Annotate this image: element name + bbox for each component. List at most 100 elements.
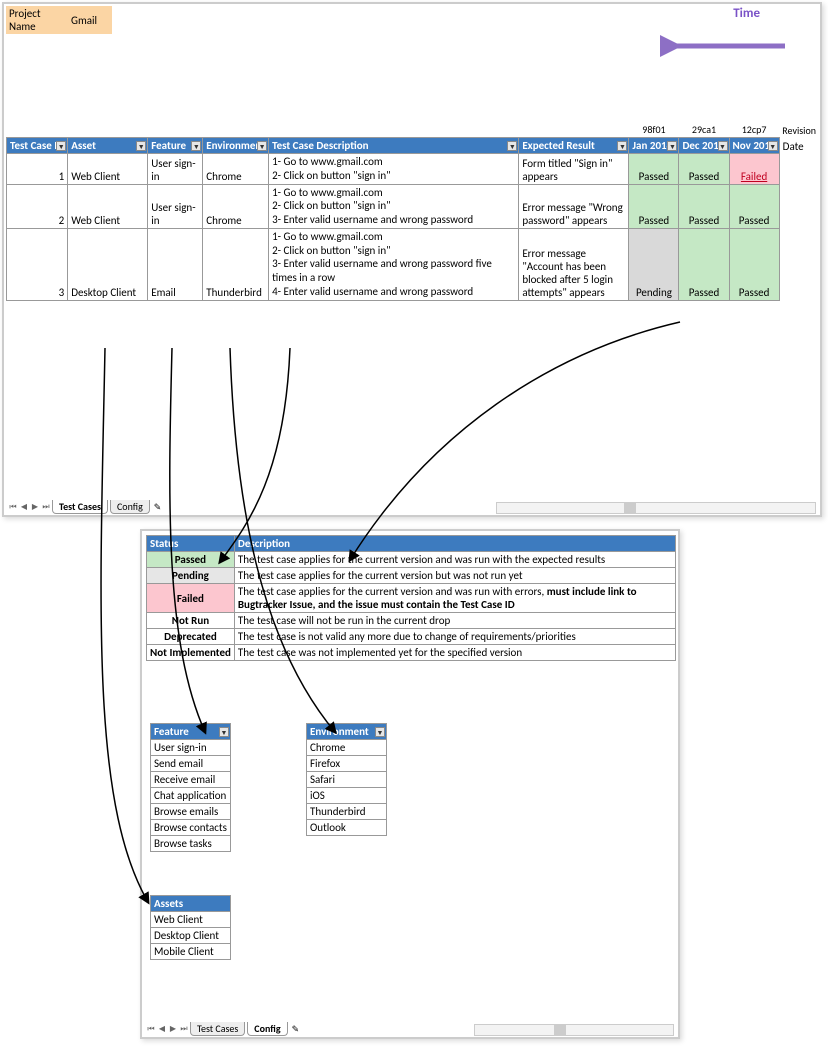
filter-dropdown-icon[interactable]: ▼ [768,141,778,151]
list-item[interactable]: Mobile Client [151,944,231,960]
new-tab-icon[interactable]: ✎ [154,502,162,513]
horizontal-scrollbar[interactable] [474,1024,674,1036]
filter-dropdown-icon[interactable]: ▼ [667,141,677,151]
col-header-desc[interactable]: Test Case Description▼ [269,138,519,154]
list-item[interactable]: User sign-in [151,740,231,756]
table-row: 3 Desktop Client Email Thunderbird 1- Go… [7,228,820,300]
feature-header[interactable]: Feature▼ [151,724,231,740]
cell-id[interactable]: 1 [7,154,68,185]
assets-header[interactable]: Assets [151,896,231,912]
cell-asset[interactable]: Web Client [68,154,148,185]
tab-nav-next-icon[interactable]: ▶ [30,502,40,512]
list-item[interactable]: Browse contacts [151,820,231,836]
list-item[interactable]: Chrome [307,740,387,756]
env-header[interactable]: Environment▼ [307,724,387,740]
cell-result[interactable]: Passed [679,228,729,300]
col-header-feature[interactable]: Feature▼ [148,138,203,154]
list-item[interactable]: Send email [151,756,231,772]
list-item[interactable]: Browse emails [151,804,231,820]
cell-result[interactable]: Passed [679,154,729,185]
cell-desc[interactable]: 1- Go to www.gmail.com2- Click on button… [269,154,519,185]
cell-expect[interactable]: Error message "Account has been blocked … [519,228,629,300]
cell-result-failed[interactable]: Failed [729,154,779,185]
tab-nav-prev-icon[interactable]: ◀ [157,1024,167,1034]
horizontal-scrollbar[interactable] [496,502,816,514]
filter-dropdown-icon[interactable]: ▼ [191,141,201,151]
list-item[interactable]: iOS [307,788,387,804]
filter-dropdown-icon[interactable]: ▼ [617,141,627,151]
status-row: Pending The test case applies for the cu… [147,568,676,584]
desc-header[interactable]: Description [234,536,675,552]
col-header-month3[interactable]: Nov 2013▼ [729,138,779,154]
cell-desc[interactable]: 1- Go to www.gmail.com2- Click on button… [269,228,519,300]
list-item[interactable]: Safari [307,772,387,788]
status-name[interactable]: Not Implemented [147,645,235,661]
list-item[interactable]: Chat application [151,788,231,804]
cell-id[interactable]: 3 [7,228,68,300]
list-item[interactable]: Desktop Client [151,928,231,944]
cell-result-pending[interactable]: Pending [629,228,679,300]
filter-dropdown-icon[interactable]: ▼ [507,141,517,151]
cell-result[interactable]: Passed [729,184,779,228]
status-desc[interactable]: The test case was not implemented yet fo… [234,645,675,661]
cell-feature[interactable]: User sign-in [148,184,203,228]
col-header-expect[interactable]: Expected Result▼ [519,138,629,154]
status-name[interactable]: Not Run [147,613,235,629]
status-desc[interactable]: The test case will not be run in the cur… [234,613,675,629]
list-item[interactable]: Web Client [151,912,231,928]
cell-result[interactable]: Passed [629,184,679,228]
revision-cell: 29ca1 [679,122,729,138]
cell-feature[interactable]: User sign-in [148,154,203,185]
cell-env[interactable]: Chrome [203,154,269,185]
tab-nav-first-icon[interactable]: ⏮ [146,1024,156,1034]
status-desc[interactable]: The test case applies for the current ve… [234,584,675,613]
filter-dropdown-icon[interactable]: ▼ [56,141,66,151]
col-header-month1[interactable]: Jan 2014▼ [629,138,679,154]
filter-dropdown-icon[interactable]: ▼ [718,141,728,151]
cell-env[interactable]: Thunderbird [203,228,269,300]
cell-expect[interactable]: Form titled "Sign in" appears [519,154,629,185]
tab-config[interactable]: Config [247,1022,287,1036]
tab-nav-first-icon[interactable]: ⏮ [8,502,18,512]
environment-table: Environment▼ Chrome Firefox Safari iOS T… [306,723,387,836]
filter-dropdown-icon[interactable]: ▼ [136,141,146,151]
list-item[interactable]: Outlook [307,820,387,836]
status-desc[interactable]: The test case is not valid any more due … [234,629,675,645]
tab-config[interactable]: Config [110,500,150,514]
status-desc[interactable]: The test case applies for the current ve… [234,552,675,568]
status-desc[interactable]: The test case applies for the current ve… [234,568,675,584]
cell-expect[interactable]: Error message "Wrong password" appears [519,184,629,228]
status-name[interactable]: Pending [147,568,235,584]
cell-env[interactable]: Chrome [203,184,269,228]
list-item[interactable]: Thunderbird [307,804,387,820]
new-tab-icon[interactable]: ✎ [292,1024,300,1035]
filter-dropdown-icon[interactable]: ▼ [257,141,267,151]
cell-result[interactable]: Passed [729,228,779,300]
tab-nav-last-icon[interactable]: ⏭ [179,1024,189,1034]
cell-asset[interactable]: Desktop Client [68,228,148,300]
tab-test-cases[interactable]: Test Cases [52,500,108,514]
cell-result[interactable]: Passed [679,184,729,228]
cell-result[interactable]: Passed [629,154,679,185]
tab-nav-prev-icon[interactable]: ◀ [19,502,29,512]
list-item[interactable]: Browse tasks [151,836,231,852]
col-header-month2[interactable]: Dec 2013▼ [679,138,729,154]
cell-asset[interactable]: Web Client [68,184,148,228]
filter-dropdown-icon[interactable]: ▼ [375,727,385,737]
cell-feature[interactable]: Email [148,228,203,300]
col-header-asset[interactable]: Asset▼ [68,138,148,154]
cell-id[interactable]: 2 [7,184,68,228]
status-name[interactable]: Failed [147,584,235,613]
list-item[interactable]: Firefox [307,756,387,772]
filter-dropdown-icon[interactable]: ▼ [219,727,229,737]
status-name[interactable]: Deprecated [147,629,235,645]
col-header-id[interactable]: Test Case ID▼ [7,138,68,154]
tab-test-cases[interactable]: Test Cases [190,1022,245,1036]
list-item[interactable]: Receive email [151,772,231,788]
tab-nav-next-icon[interactable]: ▶ [168,1024,178,1034]
tab-nav-last-icon[interactable]: ⏭ [41,502,51,512]
cell-desc[interactable]: 1- Go to www.gmail.com2- Click on button… [269,184,519,228]
status-header[interactable]: Status [147,536,235,552]
col-header-env[interactable]: Environment▼ [203,138,269,154]
status-name[interactable]: Passed [147,552,235,568]
